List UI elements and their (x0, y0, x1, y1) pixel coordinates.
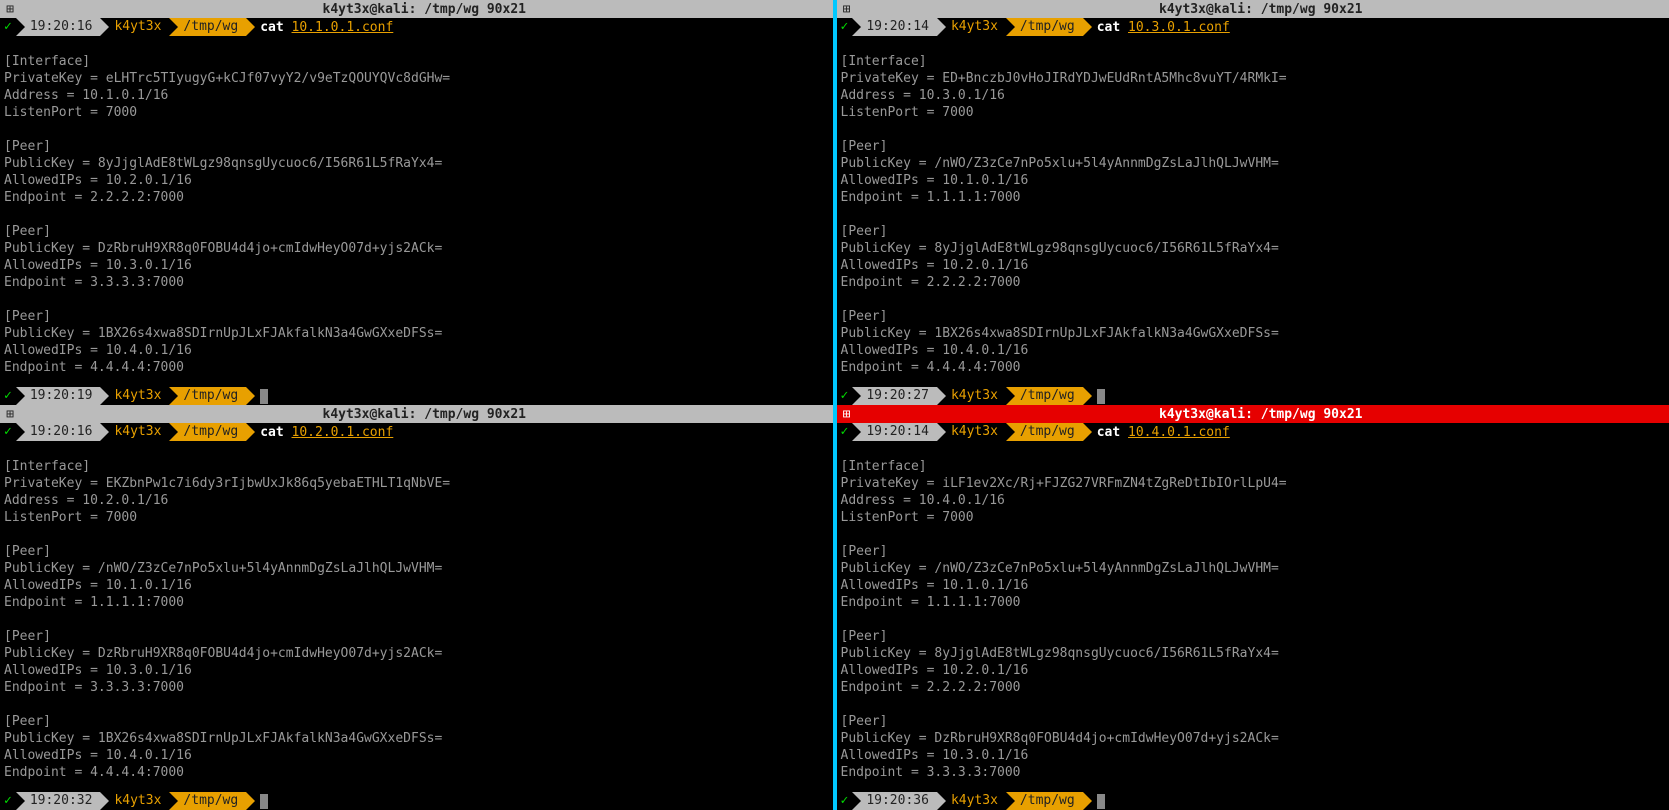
command: cat 10.2.0.1.conf (246, 424, 393, 441)
prompt-user: k4yt3x (100, 423, 169, 441)
pane-title: k4yt3x@kali: /tmp/wg 90x21 (855, 1, 1668, 18)
terminal-output[interactable]: [Interface] PrivateKey = EKZbnPw1c7i6dy3… (0, 441, 833, 792)
pane-layout-icon: ⊞ (2, 406, 18, 423)
pane-title: k4yt3x@kali: /tmp/wg 90x21 (18, 1, 831, 18)
prompt-path: /tmp/wg (169, 387, 246, 405)
pane-titlebar: ⊞ k4yt3x@kali: /tmp/wg 90x21 (837, 405, 1669, 423)
prompt-time: 19:20:36 (852, 792, 937, 810)
prompt-path: /tmp/wg (1006, 423, 1083, 441)
prompt-path: /tmp/wg (1006, 387, 1083, 405)
prompt-time: 19:20:32 (16, 792, 101, 810)
pane-layout-icon: ⊞ (2, 1, 18, 18)
shell-prompt-line[interactable]: ✓ 19:20:16 k4yt3x /tmp/wg cat 10.1.0.1.c… (0, 18, 833, 36)
prompt-user: k4yt3x (100, 18, 169, 36)
shell-prompt-line[interactable]: ✓ 19:20:32 k4yt3x /tmp/wg (0, 792, 833, 810)
pane-title: k4yt3x@kali: /tmp/wg 90x21 (18, 406, 831, 423)
prompt-user: k4yt3x (937, 423, 1006, 441)
prompt-time: 19:20:27 (852, 387, 937, 405)
prompt-status-icon: ✓ (0, 423, 16, 441)
prompt-status-icon: ✓ (837, 792, 853, 810)
terminal-output[interactable]: [Interface] PrivateKey = ED+BnczbJ0vHoJI… (837, 36, 1669, 387)
prompt-user: k4yt3x (100, 387, 169, 405)
shell-prompt-line[interactable]: ✓ 19:20:14 k4yt3x /tmp/wg cat 10.4.0.1.c… (837, 423, 1669, 441)
pane-titlebar: ⊞ k4yt3x@kali: /tmp/wg 90x21 (837, 0, 1669, 18)
prompt-user: k4yt3x (937, 18, 1006, 36)
pane-layout-icon: ⊞ (839, 406, 855, 423)
prompt-status-icon: ✓ (837, 18, 853, 36)
terminal-output[interactable]: [Interface] PrivateKey = iLF1ev2Xc/Rj+FJ… (837, 441, 1669, 792)
prompt-time: 19:20:16 (16, 18, 101, 36)
terminal-pane-3[interactable]: ⊞ k4yt3x@kali: /tmp/wg 90x21 ✓ 19:20:16 … (0, 405, 833, 810)
pane-titlebar: ⊞ k4yt3x@kali: /tmp/wg 90x21 (0, 0, 833, 18)
prompt-time: 19:20:16 (16, 423, 101, 441)
shell-prompt-line[interactable]: ✓ 19:20:16 k4yt3x /tmp/wg cat 10.2.0.1.c… (0, 423, 833, 441)
terminal-output[interactable]: [Interface] PrivateKey = eLHTrc5TIyugyG+… (0, 36, 833, 387)
prompt-status-icon: ✓ (0, 387, 16, 405)
cursor (1097, 794, 1105, 809)
prompt-path: /tmp/wg (1006, 792, 1083, 810)
prompt-status-icon: ✓ (0, 792, 16, 810)
terminal-pane-1[interactable]: ⊞ k4yt3x@kali: /tmp/wg 90x21 ✓ 19:20:16 … (0, 0, 833, 405)
command: cat 10.3.0.1.conf (1083, 19, 1230, 36)
prompt-path: /tmp/wg (1006, 18, 1083, 36)
pane-title: k4yt3x@kali: /tmp/wg 90x21 (855, 406, 1668, 423)
prompt-path: /tmp/wg (169, 18, 246, 36)
pane-titlebar: ⊞ k4yt3x@kali: /tmp/wg 90x21 (0, 405, 833, 423)
prompt-status-icon: ✓ (0, 18, 16, 36)
prompt-time: 19:20:19 (16, 387, 101, 405)
terminal-pane-2[interactable]: ⊞ k4yt3x@kali: /tmp/wg 90x21 ✓ 19:20:14 … (837, 0, 1669, 405)
command: cat 10.1.0.1.conf (246, 19, 393, 36)
pane-layout-icon: ⊞ (839, 1, 855, 18)
command: cat 10.4.0.1.conf (1083, 424, 1230, 441)
prompt-status-icon: ✓ (837, 423, 853, 441)
prompt-path: /tmp/wg (169, 792, 246, 810)
prompt-time: 19:20:14 (852, 18, 937, 36)
prompt-path: /tmp/wg (169, 423, 246, 441)
prompt-status-icon: ✓ (837, 387, 853, 405)
prompt-time: 19:20:14 (852, 423, 937, 441)
cursor (1097, 389, 1105, 404)
prompt-user: k4yt3x (937, 387, 1006, 405)
shell-prompt-line[interactable]: ✓ 19:20:27 k4yt3x /tmp/wg (837, 387, 1669, 405)
shell-prompt-line[interactable]: ✓ 19:20:36 k4yt3x /tmp/wg (837, 792, 1669, 810)
shell-prompt-line[interactable]: ✓ 19:20:14 k4yt3x /tmp/wg cat 10.3.0.1.c… (837, 18, 1669, 36)
prompt-user: k4yt3x (100, 792, 169, 810)
shell-prompt-line[interactable]: ✓ 19:20:19 k4yt3x /tmp/wg (0, 387, 833, 405)
cursor (260, 389, 268, 404)
cursor (260, 794, 268, 809)
prompt-user: k4yt3x (937, 792, 1006, 810)
terminal-pane-4[interactable]: ⊞ k4yt3x@kali: /tmp/wg 90x21 ✓ 19:20:14 … (837, 405, 1669, 810)
